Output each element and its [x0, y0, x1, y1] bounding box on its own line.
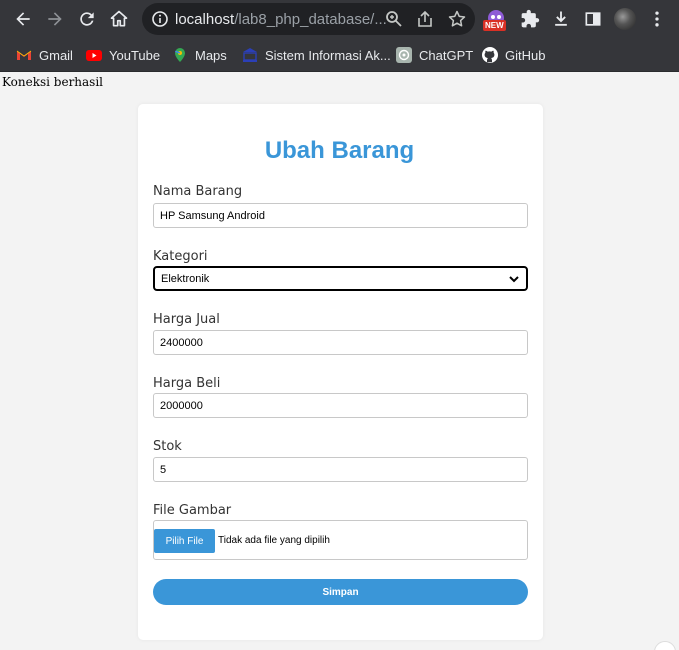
kategori-select[interactable]: Elektronik	[153, 266, 528, 291]
bookmark-sistem-informasi[interactable]: Sistem Informasi Ak...	[242, 46, 391, 64]
connection-status: Koneksi berhasil	[2, 75, 104, 89]
bookmarks-bar: Gmail YouTube Maps Sistem Informasi Ak..…	[0, 38, 679, 72]
file-gambar-input[interactable]: Pilih File Tidak ada file yang dipilih	[153, 520, 528, 560]
chevron-down-icon	[509, 275, 519, 282]
bookmark-youtube[interactable]: YouTube	[86, 46, 160, 64]
new-badge: NEW	[483, 20, 506, 31]
page-title: Ubah Barang	[264, 137, 415, 164]
zoom-icon[interactable]	[384, 9, 404, 29]
github-icon	[482, 47, 498, 63]
file-status-text: Tidak ada file yang dipilih	[218, 535, 330, 546]
extensions-puzzle-icon[interactable]	[518, 7, 542, 31]
url-text: localhost/lab8_php_database/...	[175, 11, 387, 28]
back-arrow-icon[interactable]	[11, 7, 35, 31]
bookmark-maps[interactable]: Maps	[172, 46, 227, 64]
side-panel-icon[interactable]	[581, 7, 605, 31]
stok-label: Stok	[153, 439, 182, 454]
menu-dots-icon[interactable]	[645, 7, 669, 31]
nama-barang-label: Nama Barang	[153, 184, 243, 199]
forward-arrow-icon[interactable]	[43, 7, 67, 31]
harga-beli-label: Harga Beli	[153, 376, 221, 391]
harga-beli-input[interactable]	[153, 393, 528, 418]
gmail-icon	[16, 47, 32, 63]
scroll-indicator[interactable]	[654, 641, 676, 650]
simpan-button[interactable]: Simpan	[153, 579, 528, 605]
address-bar[interactable]: localhost/lab8_php_database/...	[142, 3, 475, 35]
kategori-selected-value: Elektronik	[161, 272, 210, 285]
site-info-icon[interactable]	[150, 9, 170, 29]
profile-avatar[interactable]	[614, 8, 636, 30]
bookmark-chatgpt[interactable]: ChatGPT	[396, 46, 473, 64]
bookmark-github[interactable]: GitHub	[482, 46, 545, 64]
share-icon[interactable]	[415, 9, 435, 29]
file-gambar-label: File Gambar	[153, 503, 232, 518]
youtube-icon	[86, 47, 102, 63]
nama-barang-input[interactable]	[153, 203, 528, 228]
choose-file-button[interactable]: Pilih File	[154, 529, 215, 553]
bookmark-gmail[interactable]: Gmail	[16, 46, 73, 64]
university-icon	[242, 47, 258, 63]
chatgpt-icon	[396, 47, 412, 63]
kategori-label: Kategori	[153, 249, 208, 264]
download-icon[interactable]	[549, 7, 573, 31]
stok-input[interactable]	[153, 457, 528, 482]
harga-jual-input[interactable]	[153, 330, 528, 355]
home-icon[interactable]	[107, 7, 131, 31]
bookmark-star-icon[interactable]	[447, 9, 467, 29]
reload-icon[interactable]	[75, 7, 99, 31]
browser-toolbar: localhost/lab8_php_database/... NEW	[0, 0, 679, 38]
harga-jual-label: Harga Jual	[153, 312, 220, 327]
maps-pin-icon	[172, 47, 188, 63]
